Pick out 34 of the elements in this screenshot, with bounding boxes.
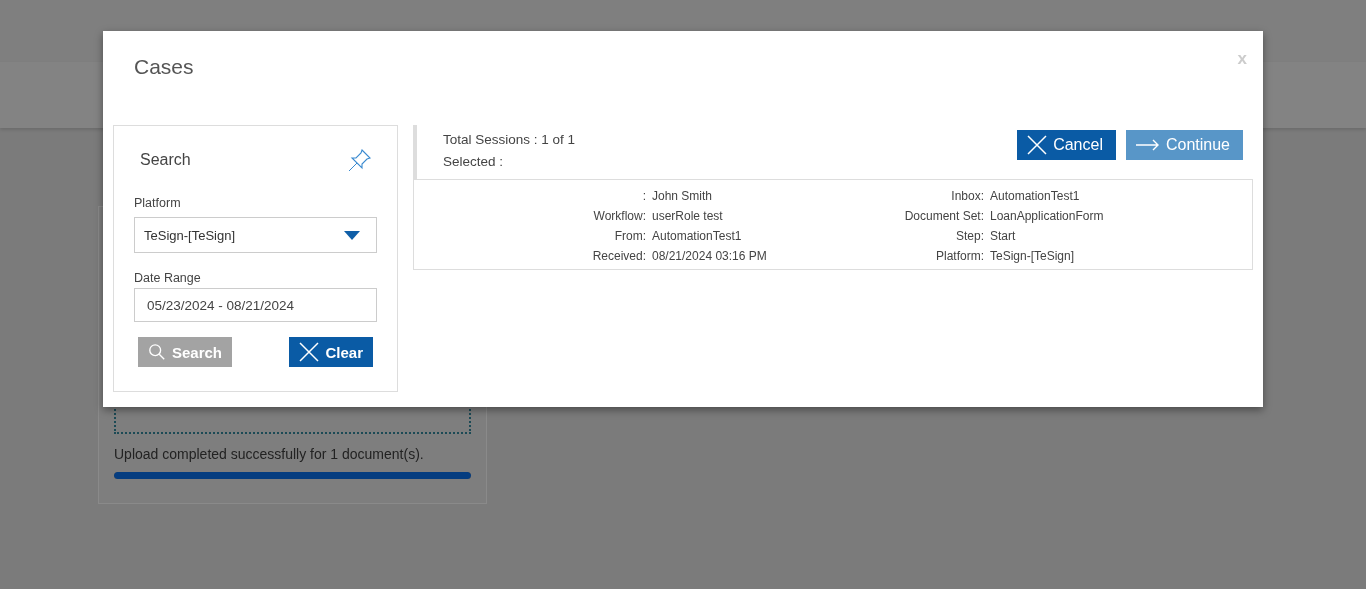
field-value: 08/21/2024 03:16 PM: [652, 248, 768, 264]
field-value: AutomationTest1: [990, 188, 1081, 204]
window-title: Cases: [134, 55, 194, 79]
field-value: Start: [990, 228, 1017, 244]
panel-title: Search: [140, 151, 191, 169]
field-label: Received:: [591, 248, 646, 264]
field-label: Workflow:: [592, 208, 646, 224]
field-value: John Smith: [652, 188, 714, 204]
selected-label: Selected :: [443, 154, 505, 169]
field-value: userRole test: [652, 208, 724, 224]
field-value: AutomationTest1: [652, 228, 743, 244]
field-value: LoanApplicationForm: [990, 208, 1105, 224]
upload-message: Upload completed successfully for 1 document(s).: [114, 446, 425, 462]
field-label: Step:: [954, 228, 984, 244]
date-range-field[interactable]: 05/23/2024 - 08/21/2024: [134, 288, 377, 322]
field-label: Platform: [134, 196, 182, 210]
platform-dropdown[interactable]: TeSign-[TeSign]: [134, 217, 377, 253]
caret-icon: [344, 230, 360, 240]
close-icon: [299, 342, 320, 362]
search-icon: [148, 343, 166, 361]
arrow-right-icon: [1135, 139, 1160, 151]
field-label: Inbox:: [950, 188, 984, 204]
field-label: Platform:: [935, 248, 984, 264]
cancel-button[interactable]: Cancel: [1017, 130, 1116, 160]
field-label: :: [641, 188, 646, 204]
field-value: TeSign-[TeSign]: [990, 248, 1076, 264]
case-card[interactable]: : John Smith Workflow: userRole test From: AutomationTest1 Received: 08/21/2024 03:16 PM Inbox: AutomationTest1 Document Set: LoanApplicationForm Step: Start Platform: TeSign-[TeSign]: [413, 179, 1253, 270]
field-label: Date Range: [134, 271, 202, 285]
field-label: Document Set:: [903, 208, 984, 224]
pin-icon[interactable]: [347, 147, 373, 173]
close-icon: [1027, 135, 1048, 155]
clear-button[interactable]: Clear: [289, 337, 373, 367]
total-sessions: Total Sessions : 1 of 1: [443, 132, 576, 147]
field-label: From:: [613, 228, 646, 244]
